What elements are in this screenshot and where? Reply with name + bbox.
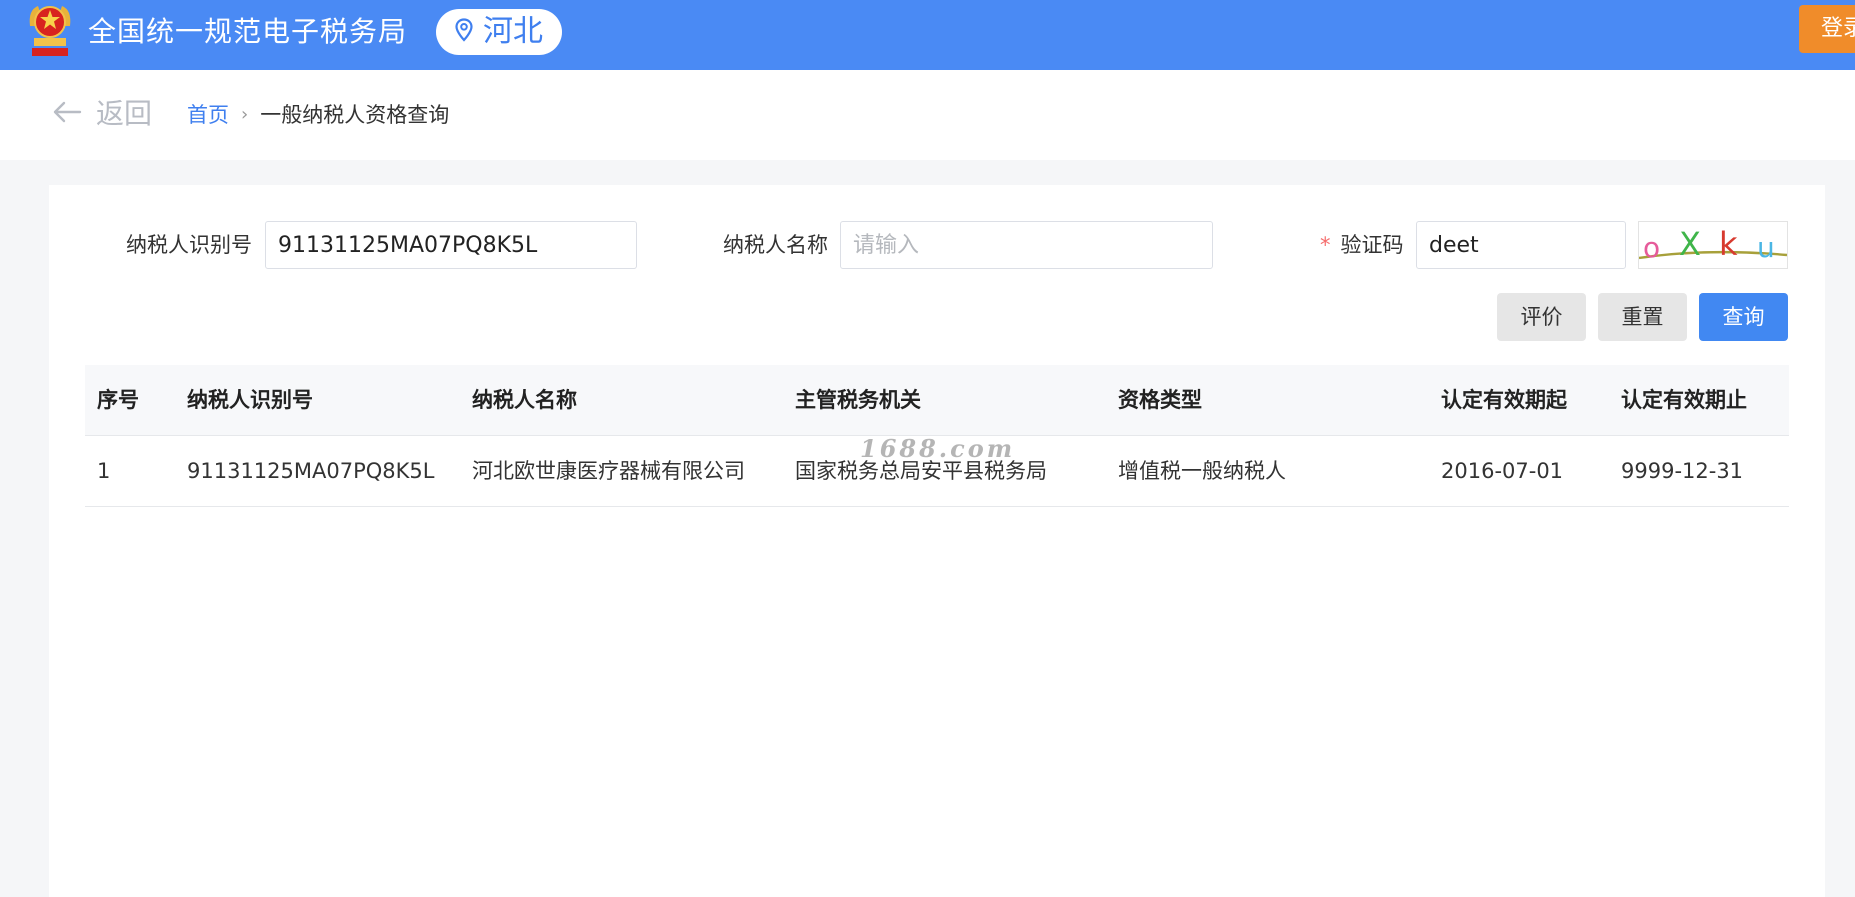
captcha-label: 验证码 [1340, 233, 1404, 257]
col-header-valid-to: 认定有效期止 [1621, 388, 1747, 412]
captcha-char-1: o [1643, 231, 1660, 264]
breadcrumb-current: 一般纳税人资格查询 [260, 103, 450, 127]
col-header-valid-from: 认定有效期起 [1441, 388, 1567, 412]
breadcrumb-home-link[interactable]: 首页 [187, 100, 229, 130]
breadcrumb: 首页 › 一般纳税人资格查询 [187, 100, 449, 130]
reset-button[interactable]: 重置 [1598, 293, 1687, 341]
tax-emblem-logo [26, 0, 74, 60]
taxpayer-id-label: 纳税人识别号 [126, 233, 252, 257]
query-button[interactable]: 查询 [1699, 293, 1788, 341]
captcha-char-2: X [1679, 225, 1701, 263]
col-header-taxpayer-id: 纳税人识别号 [187, 388, 313, 412]
top-header: 全国统一规范电子税务局 河北 登录 [0, 0, 1855, 70]
cell-taxpayer-name: 河北欧世康医疗器械有限公司 [472, 459, 745, 483]
location-pin-icon [455, 18, 473, 46]
col-header-index: 序号 [97, 388, 139, 412]
captcha-char-4: u [1757, 231, 1775, 264]
col-header-taxpayer-name: 纳税人名称 [472, 388, 577, 412]
cell-qualification-type: 增值税一般纳税人 [1118, 459, 1286, 483]
back-arrow-icon [52, 100, 82, 128]
taxpayer-name-input[interactable] [840, 221, 1213, 269]
evaluate-button[interactable]: 评价 [1497, 293, 1586, 341]
required-mark: * [1320, 233, 1331, 257]
col-header-tax-authority: 主管税务机关 [795, 388, 921, 412]
region-label: 河北 [483, 14, 543, 49]
captcha-image[interactable]: o X k u [1638, 221, 1788, 269]
back-label: 返回 [96, 97, 153, 130]
table-header-row: 序号 纳税人识别号 纳税人名称 主管税务机关 资格类型 认定有效期起 认定有效期… [85, 365, 1789, 436]
app-title: 全国统一规范电子税务局 [88, 15, 408, 48]
login-button[interactable]: 登录 [1799, 5, 1855, 53]
cell-valid-to: 9999-12-31 [1621, 459, 1744, 483]
query-card: 纳税人识别号 纳税人名称 * 验证码 o X k u 评价 重置 查询 序号 纳税… [49, 185, 1825, 897]
captcha-input[interactable] [1416, 221, 1626, 269]
breadcrumb-separator: › [241, 104, 249, 125]
region-selector[interactable]: 河北 [436, 9, 562, 55]
breadcrumb-bar: 返回 首页 › 一般纳税人资格查询 [0, 70, 1855, 160]
captcha-label-group: * 验证码 [1320, 221, 1404, 269]
cell-taxpayer-id: 91131125MA07PQ8K5L [187, 459, 435, 483]
captcha-char-3: k [1719, 225, 1738, 263]
back-button[interactable]: 返回 [52, 94, 152, 134]
col-header-qualification-type: 资格类型 [1118, 388, 1202, 412]
cell-index: 1 [97, 459, 111, 483]
taxpayer-name-label: 纳税人名称 [723, 233, 828, 257]
cell-valid-from: 2016-07-01 [1441, 459, 1564, 483]
watermark-text: 1688.com [860, 434, 1016, 463]
taxpayer-id-input[interactable] [265, 221, 637, 269]
